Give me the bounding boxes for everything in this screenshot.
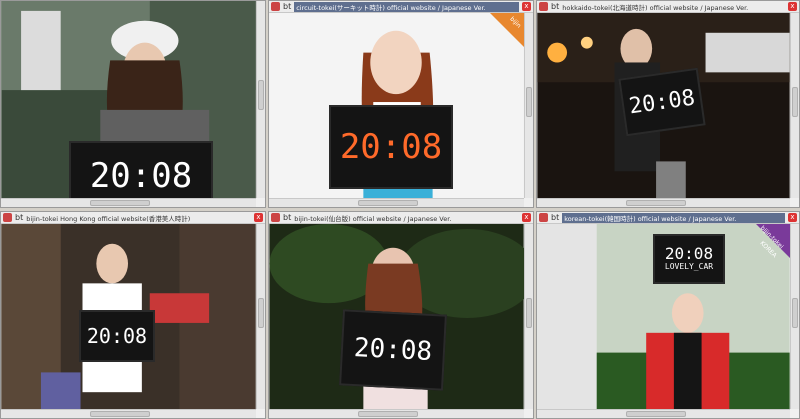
clock-board: 20:08 LOVELY_CAR bbox=[653, 234, 725, 284]
window-1[interactable]: 20:08 bbox=[0, 0, 266, 208]
scroll-thumb[interactable] bbox=[90, 200, 151, 206]
window-2[interactable]: bt circuit-tokei(サーキット時計) official websi… bbox=[268, 0, 534, 208]
clock-board: 20:08 bbox=[79, 310, 155, 362]
scroll-thumb[interactable] bbox=[90, 411, 151, 417]
scroll-thumb[interactable] bbox=[792, 87, 798, 117]
horizontal-scrollbar[interactable] bbox=[537, 198, 790, 207]
window-1-content: 20:08 bbox=[1, 1, 256, 198]
scroll-thumb[interactable] bbox=[526, 87, 532, 117]
close-icon[interactable]: x bbox=[788, 2, 797, 11]
window-grid: 20:08 bt circuit-tokei(サーキット時計) official… bbox=[0, 0, 800, 419]
app-icon bbox=[539, 2, 548, 11]
corner-badge bbox=[490, 13, 524, 47]
scroll-thumb[interactable] bbox=[258, 298, 264, 328]
clock-time: 20:08 bbox=[86, 324, 148, 348]
window-titlebar[interactable]: bt bijin-tokei(仙台版) official website / J… bbox=[269, 212, 533, 224]
window-title: hokkaido-tokei(北海道時計) official website /… bbox=[562, 3, 749, 12]
app-label: bt bbox=[551, 2, 560, 11]
horizontal-scrollbar[interactable] bbox=[1, 198, 256, 207]
horizontal-scrollbar[interactable] bbox=[269, 409, 524, 418]
window-5-content: 20:08 bbox=[269, 224, 524, 409]
board-caption: LOVELY_CAR bbox=[664, 262, 714, 271]
app-label: bt bbox=[283, 213, 292, 222]
clock-board: 20:08 bbox=[618, 67, 706, 137]
scroll-thumb[interactable] bbox=[792, 298, 798, 328]
window-title: bijin-tokei Hong Kong official website(香… bbox=[26, 214, 191, 223]
app-icon bbox=[539, 213, 548, 222]
clock-time: 20:08 bbox=[353, 332, 433, 368]
window-title: circuit-tokei(サーキット時計) official website … bbox=[294, 1, 519, 12]
clock-board: 20:08 bbox=[329, 105, 453, 189]
app-icon bbox=[3, 213, 12, 222]
window-titlebar[interactable]: bt circuit-tokei(サーキット時計) official websi… bbox=[269, 1, 533, 13]
close-icon[interactable]: x bbox=[522, 2, 531, 11]
window-title: korean-tokei(韓国時計) official website / Ja… bbox=[562, 212, 785, 223]
clock-board: 20:08 bbox=[339, 309, 447, 391]
vertical-scrollbar[interactable] bbox=[790, 13, 799, 198]
close-icon[interactable]: x bbox=[788, 213, 797, 222]
clock-time: 20:08 bbox=[89, 156, 193, 196]
window-titlebar[interactable]: bt korean-tokei(韓国時計) official website /… bbox=[537, 212, 799, 224]
window-title: bijin-tokei(仙台版) official website / Japa… bbox=[294, 214, 452, 223]
clock-time: 20:08 bbox=[339, 127, 443, 167]
scroll-thumb[interactable] bbox=[358, 411, 419, 417]
scroll-thumb[interactable] bbox=[526, 298, 532, 328]
vertical-scrollbar[interactable] bbox=[256, 1, 265, 198]
close-icon[interactable]: x bbox=[522, 213, 531, 222]
scroll-thumb[interactable] bbox=[625, 200, 686, 206]
horizontal-scrollbar[interactable] bbox=[1, 409, 256, 418]
clock-time: 20:08 bbox=[627, 85, 697, 119]
horizontal-scrollbar[interactable] bbox=[269, 198, 524, 207]
horizontal-scrollbar[interactable] bbox=[537, 409, 790, 418]
app-icon bbox=[271, 213, 280, 222]
scroll-thumb[interactable] bbox=[258, 79, 264, 110]
vertical-scrollbar[interactable] bbox=[524, 224, 533, 409]
vertical-scrollbar[interactable] bbox=[256, 224, 265, 409]
clock-board: 20:08 bbox=[69, 141, 213, 198]
window-4[interactable]: bt bijin-tokei Hong Kong official websit… bbox=[0, 211, 266, 419]
window-6[interactable]: bt korean-tokei(韓国時計) official website /… bbox=[536, 211, 800, 419]
close-icon[interactable]: x bbox=[254, 213, 263, 222]
window-2-content: bijin 20:08 bbox=[269, 13, 524, 198]
window-3-content: 20:08 bbox=[537, 13, 790, 198]
app-label: bt bbox=[551, 213, 560, 222]
vertical-scrollbar[interactable] bbox=[790, 224, 799, 409]
window-titlebar[interactable]: bt hokkaido-tokei(北海道時計) official websit… bbox=[537, 1, 799, 13]
scroll-thumb[interactable] bbox=[625, 411, 686, 417]
window-3[interactable]: bt hokkaido-tokei(北海道時計) official websit… bbox=[536, 0, 800, 208]
window-titlebar[interactable]: bt bijin-tokei Hong Kong official websit… bbox=[1, 212, 265, 224]
scroll-thumb[interactable] bbox=[358, 200, 419, 206]
window-5[interactable]: bt bijin-tokei(仙台版) official website / J… bbox=[268, 211, 534, 419]
window-6-content: bijin-tokei KOREA 20:08 LOVELY_CAR bbox=[537, 224, 790, 409]
app-icon bbox=[271, 2, 280, 11]
vertical-scrollbar[interactable] bbox=[524, 13, 533, 198]
window-4-content: 20:08 bbox=[1, 224, 256, 409]
app-label: bt bbox=[15, 213, 24, 222]
clock-time: 20:08 bbox=[664, 244, 714, 263]
app-label: bt bbox=[283, 2, 292, 11]
